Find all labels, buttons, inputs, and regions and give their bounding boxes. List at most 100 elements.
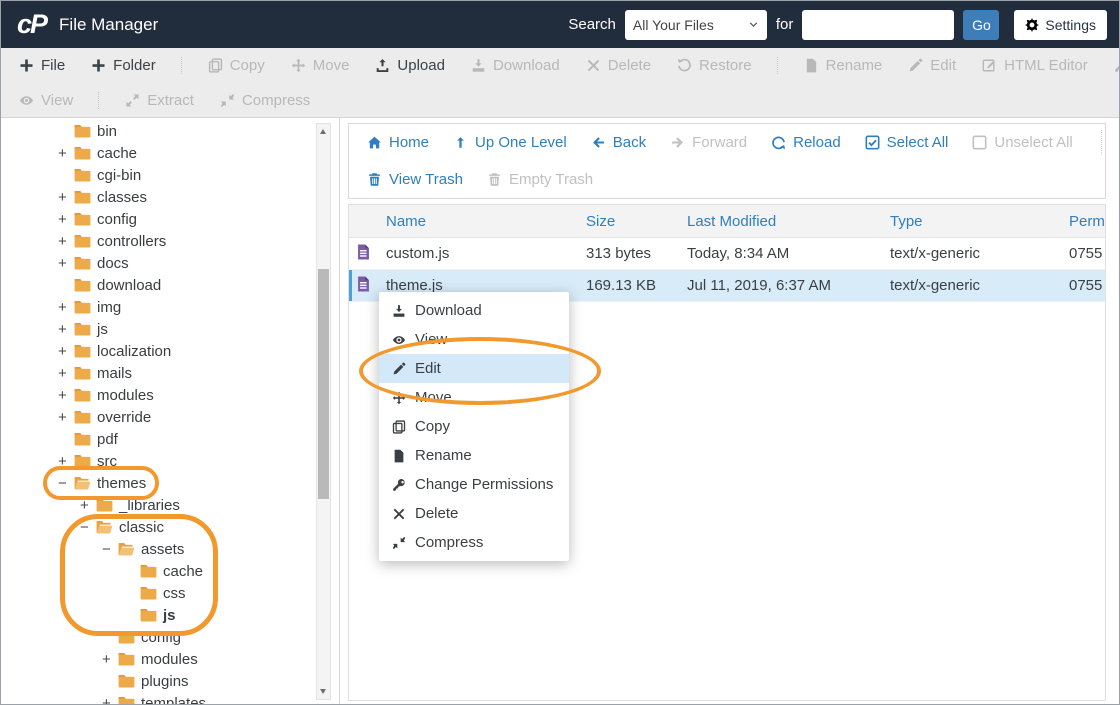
tree-folder-item[interactable]: + _libraries xyxy=(1,494,339,516)
tree-expander-toggle[interactable]: − xyxy=(102,541,118,558)
tree-folder-item[interactable]: − assets xyxy=(1,538,339,560)
settings-button[interactable]: Settings xyxy=(1014,10,1107,40)
tree-expander-toggle[interactable]: + xyxy=(58,299,74,316)
tree-folder-label: css xyxy=(163,585,186,602)
context-menu-item[interactable]: Download xyxy=(379,296,569,325)
tree-expander-toggle[interactable]: + xyxy=(58,233,74,250)
tree-folder-item[interactable]: cgi-bin xyxy=(1,164,339,186)
tree-expander-toggle[interactable]: + xyxy=(58,255,74,272)
tree-folder-item[interactable]: − classic xyxy=(1,516,339,538)
file-nav-link[interactable]: Select All xyxy=(865,134,949,151)
tree-folder-item[interactable]: + modules xyxy=(1,384,339,406)
tree-folder-item[interactable]: config xyxy=(1,626,339,648)
search-scope-select[interactable]: All Your Files xyxy=(625,10,767,40)
tree-expander-toggle[interactable]: + xyxy=(58,453,74,470)
toolbar-button[interactable]: HTML Editor xyxy=(982,57,1088,74)
tree-folder-item[interactable]: css xyxy=(1,582,339,604)
tree-expander-toggle[interactable]: + xyxy=(80,497,96,514)
file-nav-link[interactable]: View Trash xyxy=(367,171,463,188)
file-nav-link[interactable]: Up One Level xyxy=(453,134,567,151)
toolbar-button-label: File xyxy=(41,57,65,74)
tree-expander-toggle[interactable]: + xyxy=(58,145,74,162)
sidebar-scrollbar[interactable] xyxy=(316,123,331,700)
tree-folder-item[interactable]: + localization xyxy=(1,340,339,362)
tree-folder-item[interactable]: + docs xyxy=(1,252,339,274)
tree-folder-item[interactable]: plugins xyxy=(1,670,339,692)
column-header-permissions[interactable]: Permissions xyxy=(1069,213,1106,230)
column-header-name[interactable]: Name xyxy=(386,213,586,230)
tree-folder-item[interactable]: download xyxy=(1,274,339,296)
toolbar-button[interactable]: Delete xyxy=(586,57,651,74)
context-menu-item[interactable]: Rename xyxy=(379,441,569,470)
context-menu-item[interactable]: Move xyxy=(379,383,569,412)
scrollbar-up-button[interactable] xyxy=(317,124,330,139)
tree-expander-toggle[interactable]: + xyxy=(58,321,74,338)
tree-expander-toggle[interactable]: − xyxy=(58,475,74,492)
tree-expander-toggle[interactable]: + xyxy=(58,343,74,360)
tree-folder-item[interactable]: bin xyxy=(1,120,339,142)
file-nav-link[interactable]: Unselect All xyxy=(972,134,1072,151)
copy-icon xyxy=(392,420,406,434)
checkbox-checked-icon xyxy=(865,135,880,150)
tree-expander-toggle[interactable]: + xyxy=(58,409,74,426)
tree-expander-toggle[interactable]: + xyxy=(58,387,74,404)
tree-folder-item[interactable]: + modules xyxy=(1,648,339,670)
toolbar-button[interactable]: Permissions xyxy=(1114,57,1120,74)
toolbar-button[interactable]: Rename xyxy=(804,57,883,74)
scrollbar-thumb[interactable] xyxy=(318,269,329,499)
context-menu-item[interactable]: Edit xyxy=(379,354,569,383)
tree-folder-item[interactable]: pdf xyxy=(1,428,339,450)
column-header-type[interactable]: Type xyxy=(890,213,1069,230)
file-row[interactable]: custom.js 313 bytes Today, 8:34 AM text/… xyxy=(349,238,1106,270)
context-menu-item[interactable]: Change Permissions xyxy=(379,470,569,499)
tree-folder-item[interactable]: + src xyxy=(1,450,339,472)
file-nav-link[interactable]: Forward xyxy=(670,134,747,151)
context-menu-item[interactable]: Compress xyxy=(379,528,569,557)
file-nav-row-1: Home Up One Level Back Forward xyxy=(349,124,1105,161)
file-nav-link[interactable]: Back xyxy=(591,134,646,151)
toolbar-button[interactable]: Restore xyxy=(677,57,778,74)
go-button[interactable]: Go xyxy=(963,10,999,40)
tree-folder-item[interactable]: + override xyxy=(1,406,339,428)
tree-expander-toggle[interactable]: + xyxy=(58,189,74,206)
scrollbar-down-button[interactable] xyxy=(317,684,330,699)
tree-folder-item[interactable]: + mails xyxy=(1,362,339,384)
tree-folder-item[interactable]: − themes xyxy=(1,472,339,494)
toolbar-button[interactable]: Move xyxy=(291,57,350,74)
search-input[interactable] xyxy=(802,10,954,40)
toolbar-button[interactable]: Folder xyxy=(91,57,182,74)
tree-expander-toggle[interactable]: + xyxy=(102,651,118,668)
tree-expander-toggle[interactable]: + xyxy=(58,365,74,382)
column-header-size[interactable]: Size xyxy=(586,213,687,230)
toolbar-button[interactable]: Copy xyxy=(208,57,265,74)
file-nav-link[interactable]: Empty Trash xyxy=(487,171,593,188)
toolbar-button[interactable]: Download xyxy=(471,57,560,74)
tree-expander-toggle[interactable]: + xyxy=(102,695,118,705)
tree-folder-item[interactable]: js xyxy=(1,604,339,626)
tree-folder-item[interactable]: + config xyxy=(1,208,339,230)
tree-folder-item[interactable]: + classes xyxy=(1,186,339,208)
file-size-cell: 313 bytes xyxy=(586,245,687,262)
context-menu-item[interactable]: View xyxy=(379,325,569,354)
column-header-last-modified[interactable]: Last Modified xyxy=(687,213,890,230)
file-nav-link[interactable]: Home xyxy=(367,134,429,151)
tree-folder-label: plugins xyxy=(141,673,189,690)
toolbar-button[interactable]: Compress xyxy=(220,92,310,109)
toolbar-button[interactable]: Extract xyxy=(125,92,194,109)
file-nav-link[interactable]: Reload xyxy=(771,134,841,151)
tree-folder-item[interactable]: + controllers xyxy=(1,230,339,252)
search-label: Search xyxy=(568,16,616,33)
toolbar-button[interactable]: Edit xyxy=(908,57,956,74)
tree-expander-toggle[interactable]: − xyxy=(80,519,96,536)
tree-expander-toggle[interactable]: + xyxy=(58,211,74,228)
context-menu-item[interactable]: Copy xyxy=(379,412,569,441)
tree-folder-item[interactable]: + cache xyxy=(1,142,339,164)
toolbar-button[interactable]: View xyxy=(19,92,99,109)
tree-folder-item[interactable]: + templates xyxy=(1,692,339,704)
context-menu-item[interactable]: Delete xyxy=(379,499,569,528)
toolbar-button[interactable]: File xyxy=(19,57,65,74)
tree-folder-item[interactable]: + img xyxy=(1,296,339,318)
tree-folder-item[interactable]: + js xyxy=(1,318,339,340)
tree-folder-item[interactable]: cache xyxy=(1,560,339,582)
toolbar-button[interactable]: Upload xyxy=(375,57,445,74)
